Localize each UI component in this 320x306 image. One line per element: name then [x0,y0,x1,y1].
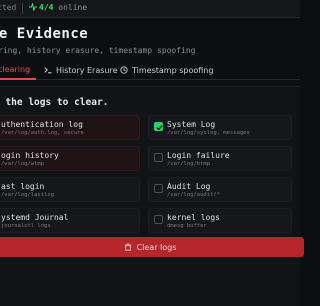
log-name: ystemd Journal [1,213,69,222]
page-title: se Evidence [0,26,89,42]
log-path: journalctl logs [1,223,51,229]
log-path: /var/log/audit/* [167,192,220,198]
log-item-btmp[interactable]: Login failure /var/log/btmp [148,146,292,171]
log-checkbox[interactable] [154,153,163,162]
log-path: /var/log/wtmp [1,161,45,167]
log-name: Login failure [167,151,230,160]
terminal-icon [44,67,52,74]
tab-label: clearing [0,64,31,74]
log-path: /var/log/btmp [167,161,211,167]
clear-logs-button[interactable]: Clear logs [0,237,304,257]
clock-icon [120,66,128,74]
connection-status-text: cted [0,3,17,12]
log-path: /var/log/auth.log, secure [1,130,84,136]
log-name: kernel logs [167,213,220,222]
log-name: Audit Log [167,182,211,191]
tab-label: History Erasure [56,65,118,75]
pulse-icon [29,3,37,11]
log-item-syslog[interactable]: System Log /var/log/syslog, messages [148,115,292,140]
page-subtitle: ring, history erasure, timestamp spoofin… [0,46,196,55]
tab-timestamp-spoofing[interactable]: Timestamp spoofing [120,60,213,80]
tab-bar: clearing History Erasure Timestamp spoof… [0,60,300,80]
log-name: System Log [167,120,216,129]
log-path: /var/log/syslog, messages [167,130,250,136]
log-checkbox[interactable] [154,122,163,131]
status-bar: cted 4/4 online [0,0,300,18]
log-name: uthentication log [1,120,83,129]
log-name: ast login [1,182,45,191]
tab-history-erasure[interactable]: History Erasure [44,60,118,80]
log-item-kernel[interactable]: kernel logs dmesg buffer [148,208,292,233]
log-path: dmesg buffer [167,223,207,229]
section-heading: t the logs to clear. [0,97,109,108]
log-item-journal[interactable]: ystemd Journal journalctl logs [0,208,140,233]
log-selection-panel: t the logs to clear. uthentication log /… [0,86,304,306]
log-checkbox[interactable] [154,184,163,193]
log-checkbox[interactable] [154,215,163,224]
tab-log-clearing[interactable]: clearing [0,60,36,80]
online-label: online [58,3,88,12]
trash-icon [124,243,131,251]
online-count: 4/4 [39,3,54,12]
log-item-auth[interactable]: uthentication log /var/log/auth.log, sec… [0,115,140,140]
log-path: /var/log/lastlog [1,192,54,198]
online-indicator: 4/4 online [29,3,87,12]
page-header: se Evidence ring, history erasure, times… [0,20,300,58]
log-item-audit[interactable]: Audit Log /var/log/audit/* [148,177,292,202]
tab-label: Timestamp spoofing [132,65,214,75]
clear-button-label: Clear logs [136,242,177,252]
log-item-wtmp[interactable]: ogin history /var/log/wtmp [0,146,140,171]
log-item-lastlog[interactable]: ast login /var/log/lastlog [0,177,140,202]
check-icon [156,125,163,131]
log-name: ogin history [1,151,59,160]
status-divider [22,3,23,14]
